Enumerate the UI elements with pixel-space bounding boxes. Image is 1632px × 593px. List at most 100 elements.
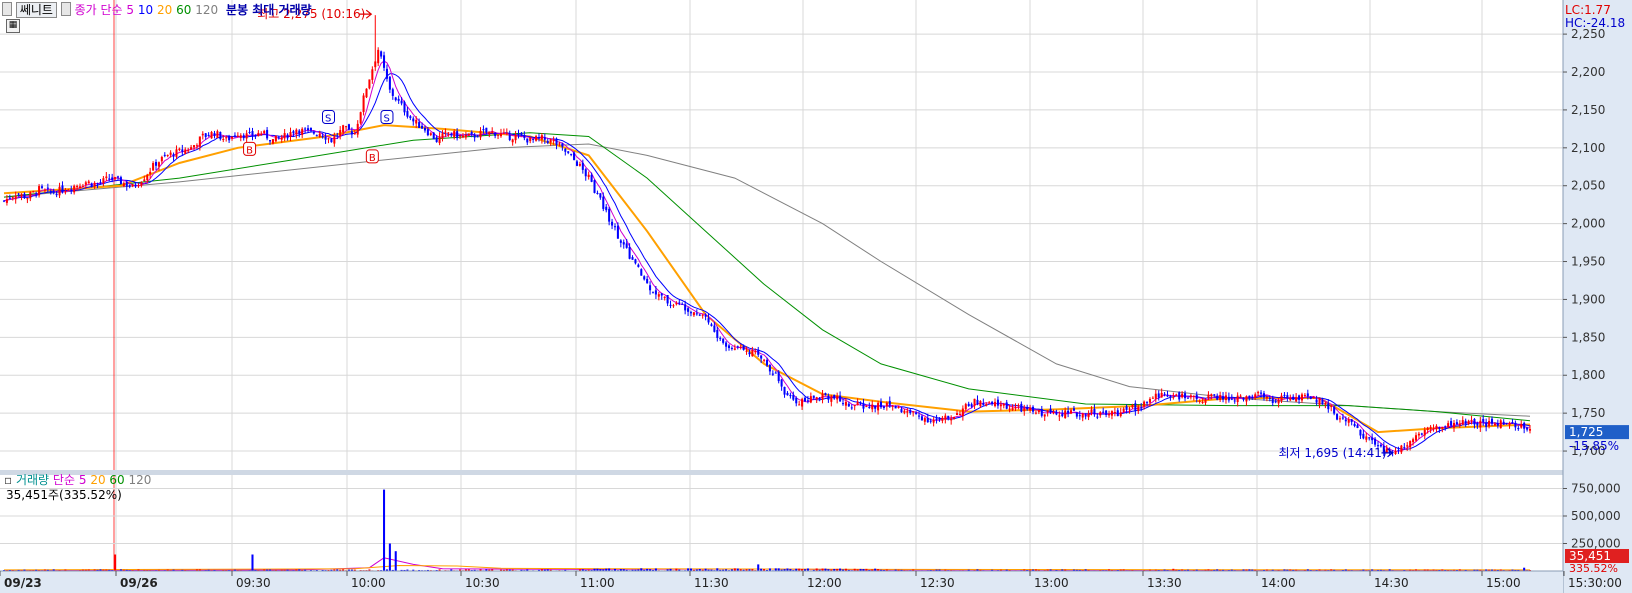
candle-body (201, 133, 204, 136)
candle-body (675, 303, 678, 305)
vol-ma60-label[interactable]: 60 (109, 473, 124, 487)
candle-body (1315, 399, 1318, 403)
stock-select-button[interactable]: 쎄니트 (15, 2, 57, 18)
candle-body (90, 183, 93, 187)
candle-body (1072, 408, 1075, 411)
candle-body (821, 393, 824, 400)
y-tick-label: 1,750 (1571, 406, 1605, 420)
next-arrow-icon[interactable] (60, 2, 71, 16)
candle-body (149, 171, 152, 175)
candle-body (885, 402, 888, 407)
candle-body (447, 132, 450, 134)
candle-body (1268, 397, 1271, 399)
volume-ma-type[interactable]: 단순 (53, 473, 75, 487)
candle-body (692, 312, 695, 316)
candle-body (754, 351, 757, 353)
volume-bar (757, 564, 760, 571)
stock-chart[interactable]: 2,2502,2002,1502,1002,0502,0001,9501,900… (0, 0, 1632, 593)
candle-body (499, 133, 502, 137)
candle-body (751, 350, 754, 357)
candle-body (254, 135, 257, 137)
candle-body (687, 308, 690, 312)
candle-body (456, 131, 459, 139)
x-tick-label: 13:00 (1034, 576, 1069, 590)
candle-body (1283, 394, 1286, 396)
candle-body (1327, 403, 1330, 410)
candle-body (1324, 402, 1327, 405)
candle-body (415, 119, 418, 124)
candle-body (26, 198, 29, 200)
candle-body (505, 132, 508, 134)
candle-body (1306, 393, 1309, 397)
candle-body (1216, 395, 1219, 400)
candle-body (511, 139, 514, 143)
ma60-label[interactable]: 60 (176, 3, 191, 17)
vol-ma120-label[interactable]: 120 (129, 473, 152, 487)
candle-body (1409, 440, 1412, 448)
candle-body (1034, 412, 1037, 414)
candle-body (608, 208, 611, 222)
candle-body (1271, 398, 1274, 403)
candle-body (1186, 397, 1189, 399)
candle-body (558, 143, 561, 145)
candle-body (216, 131, 219, 138)
candle-body (1295, 397, 1298, 402)
candle-body (765, 360, 769, 366)
candle-body (377, 49, 380, 64)
candle-body (228, 136, 231, 141)
candle-body (1303, 394, 1306, 396)
max-volume-label[interactable]: 분봉 최대 거래량 (226, 3, 312, 17)
signal-marker-label: S (383, 114, 389, 125)
candle-body (327, 138, 330, 140)
candle-body (1356, 425, 1359, 428)
candle-body (1125, 406, 1128, 410)
x-tick-label: 13:30 (1147, 576, 1182, 590)
y-tick-label: 2,000 (1571, 217, 1605, 231)
ma20-label[interactable]: 20 (157, 3, 172, 17)
candle-body (701, 314, 704, 316)
vol-ma20-label[interactable]: 20 (90, 473, 105, 487)
candle-body (1081, 413, 1084, 418)
candle-body (1298, 395, 1301, 400)
candle-body (388, 76, 391, 90)
candle-body (491, 131, 494, 133)
candle-body (958, 414, 961, 416)
volume-title[interactable]: 거래량 (16, 473, 49, 487)
candle-body (213, 133, 216, 137)
candle-body (409, 116, 412, 119)
y-tick-label: 1,950 (1571, 255, 1605, 269)
candle-body (8, 197, 11, 199)
candle-body (324, 136, 327, 140)
candle-body (1485, 423, 1488, 427)
ma-type-label[interactable]: 종가 단순 (75, 3, 123, 17)
pane-divider (0, 470, 1563, 475)
candle-body (125, 182, 128, 187)
candle-body (1204, 399, 1207, 403)
candle-body (1444, 426, 1447, 428)
calculator-icon[interactable]: ▦ (6, 19, 20, 33)
low-annotation: 최저 1,695 (14:41) (1279, 446, 1387, 460)
candle-body (961, 408, 964, 417)
candle-body (859, 402, 862, 404)
candle-body (1084, 415, 1087, 417)
candle-body (17, 193, 20, 195)
candle-body (1300, 394, 1304, 401)
candle-body (996, 399, 999, 406)
candle-body (1257, 392, 1260, 394)
candle-body (1032, 406, 1035, 412)
ma120-label[interactable]: 120 (195, 3, 218, 17)
candle-body (982, 403, 985, 406)
candle-body (757, 349, 760, 355)
candle-body (289, 132, 292, 138)
candle-body (2, 200, 6, 202)
prev-arrow-icon[interactable] (2, 2, 12, 16)
candle-body (985, 404, 988, 406)
candle-body (105, 176, 108, 179)
ma10-label[interactable]: 10 (138, 3, 153, 17)
vol-ma5-label[interactable]: 5 (79, 473, 87, 487)
candle-body (1093, 408, 1096, 415)
candle-body (1040, 409, 1043, 416)
ma5-label[interactable]: 5 (126, 3, 134, 17)
candle-body (514, 134, 517, 141)
candle-body (1464, 420, 1467, 424)
